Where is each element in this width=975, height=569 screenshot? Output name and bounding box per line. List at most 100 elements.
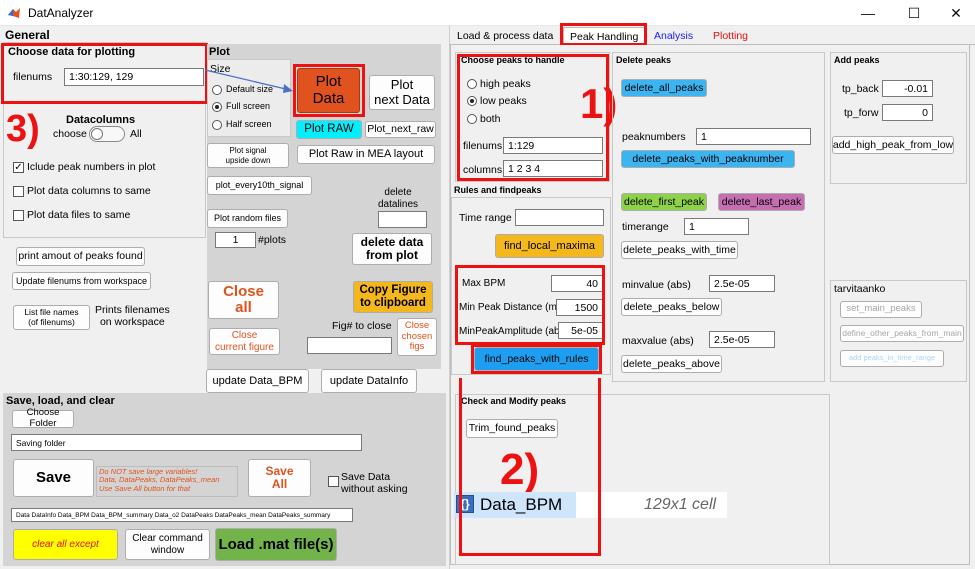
delete-last-peak-button[interactable]: delete_last_peak xyxy=(718,193,805,211)
delete-first-peak-button[interactable]: delete_first_peak xyxy=(621,193,707,211)
add-peaks-time-range-button[interactable]: add peaks_in_time_range xyxy=(840,350,944,367)
fig-to-close-input[interactable] xyxy=(307,337,392,354)
close-current-button[interactable]: Close current figure xyxy=(209,328,280,355)
include-peaks-label: Iclude peak numbers in plot xyxy=(27,161,156,173)
tab-analysis[interactable]: Analysis xyxy=(648,27,699,45)
tab-plotting[interactable]: Plotting xyxy=(707,27,754,45)
title-bar: DatAnalyzer — ☐ ✕ xyxy=(0,0,975,26)
update-datainfo-button[interactable]: update DataInfo xyxy=(321,369,417,393)
peaknumbers-input[interactable]: 1 xyxy=(696,128,811,145)
load-mat-button[interactable]: Load .mat file(s) xyxy=(215,528,337,561)
delete-with-time-button[interactable]: delete_peaks_with_time xyxy=(621,241,738,259)
size-full-label: Full screen xyxy=(226,101,271,111)
set-main-peaks-button[interactable]: set_main_peaks xyxy=(840,301,922,318)
annotation-mark-3: 3) xyxy=(6,108,40,150)
size-default-label: Default size xyxy=(226,84,274,94)
delete-peaks-title: Delete peaks xyxy=(616,55,672,65)
matlab-icon xyxy=(8,8,20,18)
minvalue-label: minvalue (abs) xyxy=(622,279,691,291)
plot-next-data-button[interactable]: Plot next Data xyxy=(369,75,435,110)
same-columns-checkbox[interactable] xyxy=(13,186,24,197)
maxvalue-input[interactable]: 2.5e-05 xyxy=(709,331,775,348)
delete-datalines-input[interactable] xyxy=(378,211,427,228)
peaknumbers-label: peaknumbers xyxy=(622,131,686,143)
maxvalue-label: maxvalue (abs) xyxy=(622,335,694,347)
copy-figure-button[interactable]: Copy Figure to clipboard xyxy=(353,281,433,313)
save-all-button[interactable]: Save All xyxy=(248,459,311,497)
prints-filenames-label: Prints filenames on workspace xyxy=(95,304,170,328)
update-filenums-button[interactable]: Update filenums from workspace xyxy=(12,272,151,290)
rules-title: Rules and findpeaks xyxy=(454,185,542,195)
saving-folder-input[interactable]: Saving folder xyxy=(11,434,362,451)
close-chosen-button[interactable]: Close chosen figs xyxy=(397,318,437,356)
choose-label: choose xyxy=(53,128,87,140)
timerange-input[interactable]: 1 xyxy=(684,218,749,235)
workspace-variable-name: Data_BPM xyxy=(480,495,563,514)
fig-to-close-label: Fig# to close xyxy=(332,320,392,332)
include-peaks-checkbox[interactable]: ✓ xyxy=(13,162,24,173)
workspace-variable-row[interactable]: {} Data_BPM 129x1 cell xyxy=(454,492,727,518)
find-local-maxima-button[interactable]: find_local_maxima xyxy=(495,234,604,258)
choose-folder-button[interactable]: Choose Folder xyxy=(12,407,74,429)
delete-all-peaks-button[interactable]: delete_all_peaks xyxy=(621,79,707,97)
trim-found-peaks-button[interactable]: Trim_found_peaks xyxy=(466,419,558,438)
save-button[interactable]: Save xyxy=(13,459,94,497)
add-peaks-title: Add peaks xyxy=(834,55,880,65)
time-range-input[interactable] xyxy=(515,209,604,226)
close-window-button[interactable]: ✕ xyxy=(933,0,975,26)
same-files-label: Plot data files to same xyxy=(27,209,131,221)
delete-with-peaknumber-button[interactable]: delete_peaks_with_peaknumber xyxy=(621,150,795,168)
highlight-peak-handling-tab xyxy=(560,23,647,46)
size-label: Size xyxy=(210,63,231,75)
size-full-radio[interactable] xyxy=(212,102,222,112)
update-data-bpm-button[interactable]: update Data_BPM xyxy=(206,369,309,393)
tab-load-process[interactable]: Load & process data xyxy=(451,27,559,45)
define-other-peaks-button[interactable]: define_other_peaks_from_main xyxy=(840,325,964,342)
datacolumns-title: Datacolumns xyxy=(66,114,136,126)
check-modify-title: Check and Modify peaks xyxy=(461,396,567,406)
num-plots-input[interactable]: 1 xyxy=(215,232,256,248)
general-title: General xyxy=(5,28,50,42)
plot-upside-down-button[interactable]: Plot signal upside down xyxy=(207,143,289,168)
clear-all-except-button[interactable]: clear all except xyxy=(13,529,118,560)
variables-input[interactable]: Data DataInfo Data_BPM Data_BPM_summary … xyxy=(11,508,353,522)
maximize-button[interactable]: ☐ xyxy=(891,0,937,26)
highlight-choose-data xyxy=(1,43,208,104)
minvalue-input[interactable]: 2.5e-05 xyxy=(709,275,775,292)
plot-random-files-button[interactable]: Plot random files xyxy=(207,209,288,228)
size-half-radio[interactable] xyxy=(212,120,222,130)
plot-every-10th-button[interactable]: plot_every10th_signal xyxy=(207,176,312,195)
delete-datalines-label: delete datalines xyxy=(378,187,419,210)
list-file-names-button[interactable]: List file names (of filenums) xyxy=(13,305,90,330)
same-files-checkbox[interactable] xyxy=(13,210,24,221)
plot-raw-button[interactable]: Plot RAW xyxy=(296,120,362,139)
save-without-asking-label: Save Data without asking xyxy=(341,471,408,496)
datacolumns-toggle[interactable] xyxy=(89,126,125,142)
tp-back-label: tp_back xyxy=(842,83,879,95)
same-columns-label: Plot data columns to same xyxy=(27,185,151,197)
plot-next-raw-button[interactable]: Plot_next_raw xyxy=(365,121,436,138)
highlight-plot-data xyxy=(293,64,365,117)
delete-above-button[interactable]: delete_peaks_above xyxy=(621,355,722,373)
highlight-box-2-left xyxy=(459,378,462,556)
close-all-button[interactable]: Close all xyxy=(208,281,279,319)
tp-back-input[interactable]: -0.01 xyxy=(882,80,933,97)
add-high-peak-button[interactable]: add_high_peak_from_low xyxy=(832,136,954,154)
size-half-label: Half screen xyxy=(226,119,272,129)
size-default-radio[interactable] xyxy=(212,85,222,95)
clear-command-window-button[interactable]: Clear command window xyxy=(125,529,210,560)
plot-title: Plot xyxy=(209,46,230,58)
highlight-rules-inputs xyxy=(455,265,605,345)
save-warning-text: Do NOT save large variables! Data, DataP… xyxy=(96,466,238,497)
save-without-asking-checkbox[interactable] xyxy=(328,476,339,487)
timerange-label: timerange xyxy=(622,221,669,233)
num-plots-label: #plots xyxy=(258,234,287,246)
window-title: DatAnalyzer xyxy=(28,6,94,20)
toggle-knob xyxy=(91,128,103,140)
print-peaks-button[interactable]: print amout of peaks found xyxy=(16,247,145,266)
minimize-button[interactable]: — xyxy=(845,0,891,26)
tp-forw-input[interactable]: 0 xyxy=(882,104,933,121)
delete-below-button[interactable]: delete_peaks_below xyxy=(621,298,722,316)
plot-raw-mea-button[interactable]: Plot Raw in MEA layout xyxy=(297,145,435,164)
delete-from-plot-button[interactable]: delete data from plot xyxy=(352,233,432,265)
